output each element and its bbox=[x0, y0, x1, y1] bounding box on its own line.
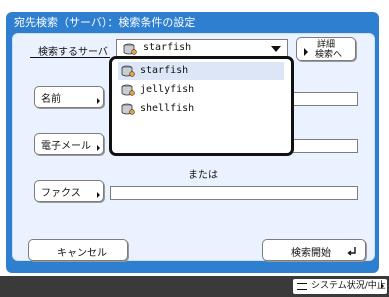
details-search-button[interactable]: 詳細 検索へ bbox=[296, 37, 356, 61]
server-database-icon bbox=[121, 103, 135, 115]
status-monitor-icon bbox=[297, 283, 307, 290]
server-option-label: shellfish bbox=[140, 103, 195, 114]
enter-icon bbox=[347, 247, 356, 256]
server-select-value: starfish bbox=[143, 42, 192, 53]
arrow-right-icon bbox=[381, 283, 384, 289]
or-text: または bbox=[188, 170, 218, 181]
name-button-label: 名前 bbox=[41, 94, 61, 105]
server-label: 検索するサーバ bbox=[38, 47, 108, 58]
chevron-down-icon bbox=[271, 46, 281, 52]
arrow-right-icon bbox=[304, 48, 308, 56]
server-option-label: jellyfish bbox=[140, 84, 195, 95]
server-database-icon bbox=[123, 43, 137, 55]
server-dropdown-list: starfish jellyfish shellfish bbox=[109, 56, 294, 156]
system-status-label: システム状況/中止 bbox=[311, 281, 386, 291]
server-option-label: starfish bbox=[140, 65, 189, 76]
corner-arrow-icon bbox=[97, 192, 100, 198]
name-button[interactable]: 名前 bbox=[34, 86, 104, 108]
server-option-jellyfish[interactable]: jellyfish bbox=[118, 81, 284, 99]
server-database-icon bbox=[121, 65, 135, 77]
details-label-1: 詳細 bbox=[317, 40, 336, 50]
email-button-label: 電子メール bbox=[41, 141, 91, 152]
name-input[interactable] bbox=[290, 92, 358, 106]
cancel-button-label: キャンセル bbox=[57, 248, 107, 259]
server-option-starfish[interactable]: starfish bbox=[118, 62, 284, 80]
fax-button-label: ファクス bbox=[41, 188, 81, 199]
server-option-shellfish[interactable]: shellfish bbox=[118, 100, 284, 118]
start-search-button[interactable]: 検索開始 bbox=[262, 239, 366, 261]
start-search-label: 検索開始 bbox=[291, 248, 331, 259]
server-label-underline bbox=[30, 57, 110, 58]
system-status-button[interactable]: システム状況/中止 bbox=[293, 279, 387, 294]
server-database-icon bbox=[121, 84, 135, 96]
details-label-2: 検索へ bbox=[315, 50, 343, 60]
corner-arrow-icon bbox=[97, 98, 100, 104]
dialog-title: 宛先検索（サーバ）：検索条件の設定 bbox=[14, 16, 196, 29]
fax-input[interactable] bbox=[110, 186, 358, 200]
email-input[interactable] bbox=[290, 139, 358, 153]
email-button[interactable]: 電子メール bbox=[34, 133, 104, 155]
search-conditions-screen: 宛先検索（サーバ）：検索条件の設定 検索するサーバ starfish 詳細 検索… bbox=[0, 0, 389, 297]
fax-button[interactable]: ファクス bbox=[34, 180, 104, 202]
cancel-button[interactable]: キャンセル bbox=[28, 239, 128, 261]
corner-arrow-icon bbox=[97, 145, 100, 151]
